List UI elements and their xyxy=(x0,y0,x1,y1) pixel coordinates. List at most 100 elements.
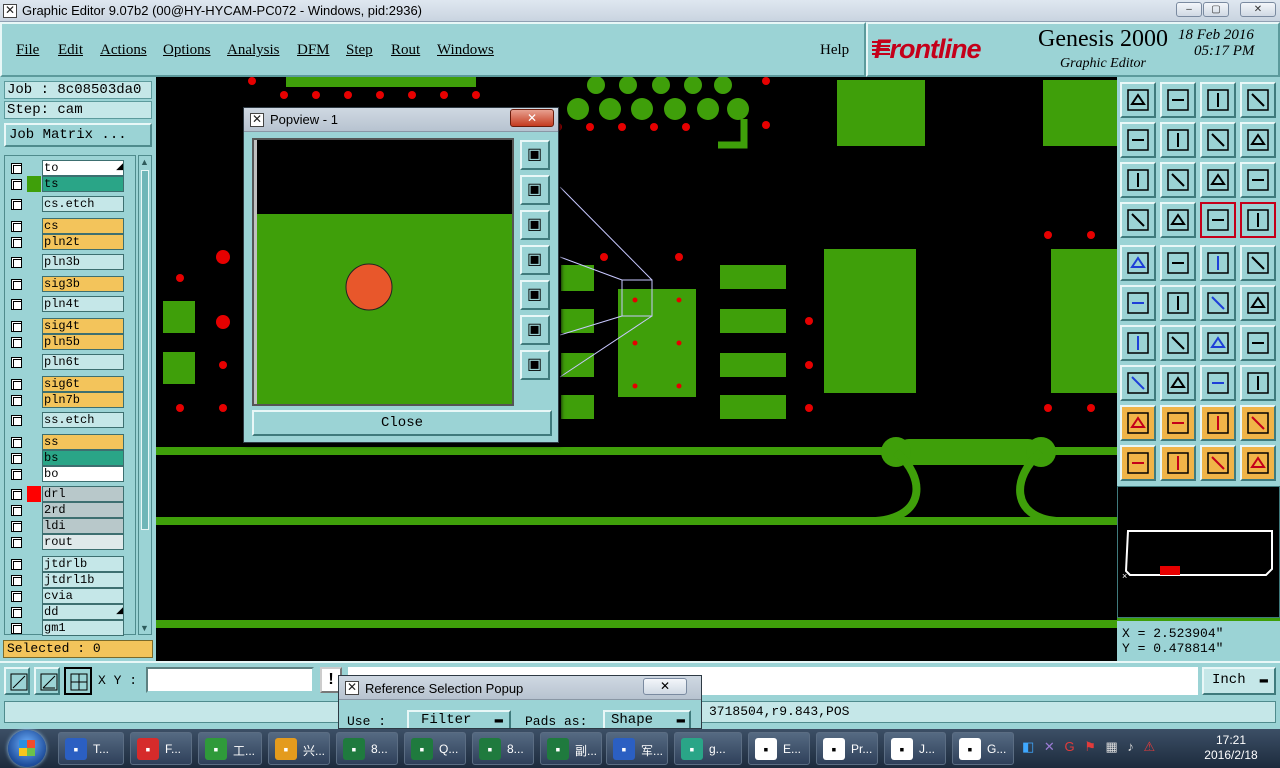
layer-row[interactable]: cs.etch xyxy=(7,196,125,212)
menu-rout[interactable]: Rout xyxy=(391,42,420,59)
layer-affected-indicator[interactable] xyxy=(27,604,41,620)
scroll-up-icon[interactable]: ▲ xyxy=(140,157,149,167)
menu-edit[interactable]: Edit xyxy=(58,42,83,59)
zoom-center-button[interactable] xyxy=(1160,162,1196,198)
taskbar-item[interactable]: ▪ 兴... xyxy=(268,732,330,765)
grid-tool-button[interactable] xyxy=(64,667,92,695)
layer-checkbox[interactable] xyxy=(11,607,22,618)
layer-affected-indicator[interactable] xyxy=(27,354,41,370)
triangle-arrow-button[interactable] xyxy=(1240,405,1276,441)
layer-affected-indicator[interactable] xyxy=(27,160,41,176)
units-selector[interactable]: Inch ▬ xyxy=(1202,667,1276,695)
layer-affected-indicator[interactable] xyxy=(27,412,41,428)
arc-button[interactable] xyxy=(1200,325,1236,361)
layer-affected-indicator[interactable] xyxy=(27,234,41,250)
layer-checkbox[interactable] xyxy=(11,257,22,268)
taskbar-item[interactable]: ▪ g... xyxy=(674,732,742,765)
layer-swap-button[interactable] xyxy=(1240,202,1276,238)
layer-checkbox[interactable] xyxy=(11,521,22,532)
layer-checkbox[interactable] xyxy=(11,357,22,368)
menu-file[interactable]: File xyxy=(16,42,39,59)
layer-checkbox[interactable] xyxy=(11,163,22,174)
layer-row[interactable]: pln2t xyxy=(7,234,125,250)
step-up-button[interactable] xyxy=(1120,82,1156,118)
layer-checkbox[interactable] xyxy=(11,437,22,448)
select-cursor-button[interactable] xyxy=(1120,445,1156,481)
taskbar-item[interactable]: ▪ G... xyxy=(952,732,1014,765)
popview-close-button[interactable]: Close xyxy=(252,410,552,436)
overview-map[interactable]: × xyxy=(1117,486,1280,618)
menu-options[interactable]: Options xyxy=(163,42,211,59)
taskbar-item[interactable]: ▪ 军... xyxy=(606,732,668,765)
layer-row[interactable]: 2rd xyxy=(7,502,125,518)
layer-affected-indicator[interactable] xyxy=(27,620,41,636)
layer-row[interactable]: ss xyxy=(7,434,125,450)
layer-row[interactable]: drl xyxy=(7,486,125,502)
taskbar-item[interactable]: ▪ 副... xyxy=(540,732,602,765)
move-left-button[interactable]: ▣ xyxy=(520,245,550,275)
layer-affected-indicator[interactable] xyxy=(27,296,41,312)
group-button[interactable] xyxy=(1240,365,1276,401)
zoom-fit-button[interactable] xyxy=(1120,162,1156,198)
layer-row[interactable]: ss.etch xyxy=(7,412,125,428)
select-route-button[interactable] xyxy=(1240,445,1276,481)
tray-g-icon[interactable]: G xyxy=(1064,739,1074,754)
pad-copy-button[interactable] xyxy=(1240,285,1276,321)
taskbar-item[interactable]: ▪ T... xyxy=(58,732,124,765)
taskbar-clock[interactable]: 17:21 2016/2/18 xyxy=(1190,733,1272,763)
layer-row[interactable]: gm1 xyxy=(7,620,125,636)
pad-add-button[interactable] xyxy=(1120,245,1156,281)
line-add-button[interactable] xyxy=(1160,245,1196,281)
layer-row[interactable]: to ◢ xyxy=(7,160,125,176)
layer-row[interactable]: sig6t xyxy=(7,376,125,392)
connect-button[interactable] xyxy=(1120,285,1156,321)
layer-checkbox[interactable] xyxy=(11,489,22,500)
step-down-button[interactable] xyxy=(1160,82,1196,118)
layer-checkbox[interactable] xyxy=(11,199,22,210)
use-selector[interactable]: Filter ▬ xyxy=(407,710,511,728)
help-button[interactable] xyxy=(1240,162,1276,198)
close-window-button[interactable]: ✕ xyxy=(1240,2,1276,17)
line-draw-button[interactable] xyxy=(1160,325,1196,361)
triangle-button[interactable] xyxy=(1120,405,1156,441)
taskbar-item[interactable]: ▪ 工... xyxy=(198,732,262,765)
layer-checkbox[interactable] xyxy=(11,279,22,290)
move-down-button[interactable]: ▣ xyxy=(520,210,550,240)
xy-input[interactable] xyxy=(146,667,314,693)
layer-row[interactable]: ldi xyxy=(7,518,125,534)
layer-row[interactable]: pln6t xyxy=(7,354,125,370)
scroll-thumb[interactable] xyxy=(141,170,149,530)
measure-button[interactable] xyxy=(1200,365,1236,401)
layer-row[interactable]: pln7b xyxy=(7,392,125,408)
layer-affected-indicator[interactable] xyxy=(27,486,41,502)
layer-checkbox[interactable] xyxy=(11,395,22,406)
move-up-button[interactable]: ▣ xyxy=(520,175,550,205)
start-button[interactable] xyxy=(8,730,46,767)
network-icon[interactable]: ▦ xyxy=(1105,739,1117,754)
taskbar-item[interactable]: ▪ F... xyxy=(130,732,192,765)
select-lasso-button[interactable] xyxy=(1200,445,1236,481)
select-box-button[interactable] xyxy=(1160,445,1196,481)
layer-row[interactable]: ts xyxy=(7,176,125,192)
popview-viewport[interactable] xyxy=(252,138,514,406)
layer-checkbox[interactable] xyxy=(11,453,22,464)
layer-affected-indicator[interactable] xyxy=(27,466,41,482)
ref-popup-close-button[interactable]: ✕ xyxy=(643,678,687,695)
menu-analysis[interactable]: Analysis xyxy=(227,42,280,59)
popview-close-x-button[interactable]: ✕ xyxy=(510,109,554,127)
layer-row[interactable]: rout xyxy=(7,534,125,550)
circle-pad-button[interactable] xyxy=(1240,245,1276,281)
layer-affected-indicator[interactable] xyxy=(27,196,41,212)
layer-affected-indicator[interactable] xyxy=(27,502,41,518)
taskbar-item[interactable]: ▪ 8... xyxy=(472,732,534,765)
redo-button[interactable] xyxy=(1240,122,1276,158)
layer-checkbox[interactable] xyxy=(11,321,22,332)
pad-move-button[interactable] xyxy=(1200,285,1236,321)
move-right-button[interactable]: ▣ xyxy=(520,280,550,310)
zoom-home-button[interactable]: ▣ xyxy=(520,140,550,170)
layer-checkbox[interactable] xyxy=(11,221,22,232)
cross-button[interactable] xyxy=(1160,285,1196,321)
layer-affected-indicator[interactable] xyxy=(27,392,41,408)
home-button[interactable] xyxy=(1200,82,1236,118)
undo-button[interactable] xyxy=(1200,122,1236,158)
